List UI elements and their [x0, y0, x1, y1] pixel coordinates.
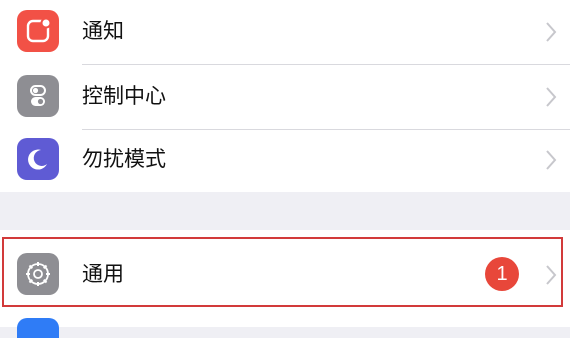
gear-icon	[17, 253, 59, 295]
notifications-icon	[17, 10, 59, 52]
settings-row-notifications[interactable]: 通知	[0, 0, 570, 64]
chevron-right-icon	[546, 87, 557, 107]
settings-row-control-center[interactable]: 控制中心	[0, 65, 570, 129]
chevron-right-icon	[546, 150, 557, 170]
chevron-right-icon	[546, 22, 557, 42]
settings-row-label: 通用	[82, 262, 124, 286]
control-center-icon	[17, 75, 59, 117]
chevron-right-icon	[546, 265, 557, 285]
next-item-icon	[17, 318, 59, 338]
moon-icon	[17, 138, 59, 180]
notification-badge: 1	[485, 257, 519, 291]
settings-row-label: 通知	[82, 19, 124, 43]
settings-row-do-not-disturb[interactable]: 勿扰模式	[0, 130, 570, 194]
settings-row-label: 控制中心	[82, 84, 166, 108]
settings-group-bottom: 通用	[0, 230, 570, 338]
settings-row-label: 勿扰模式	[82, 147, 166, 171]
settings-group-top: 通知 控制中心 勿扰模式	[0, 0, 570, 192]
